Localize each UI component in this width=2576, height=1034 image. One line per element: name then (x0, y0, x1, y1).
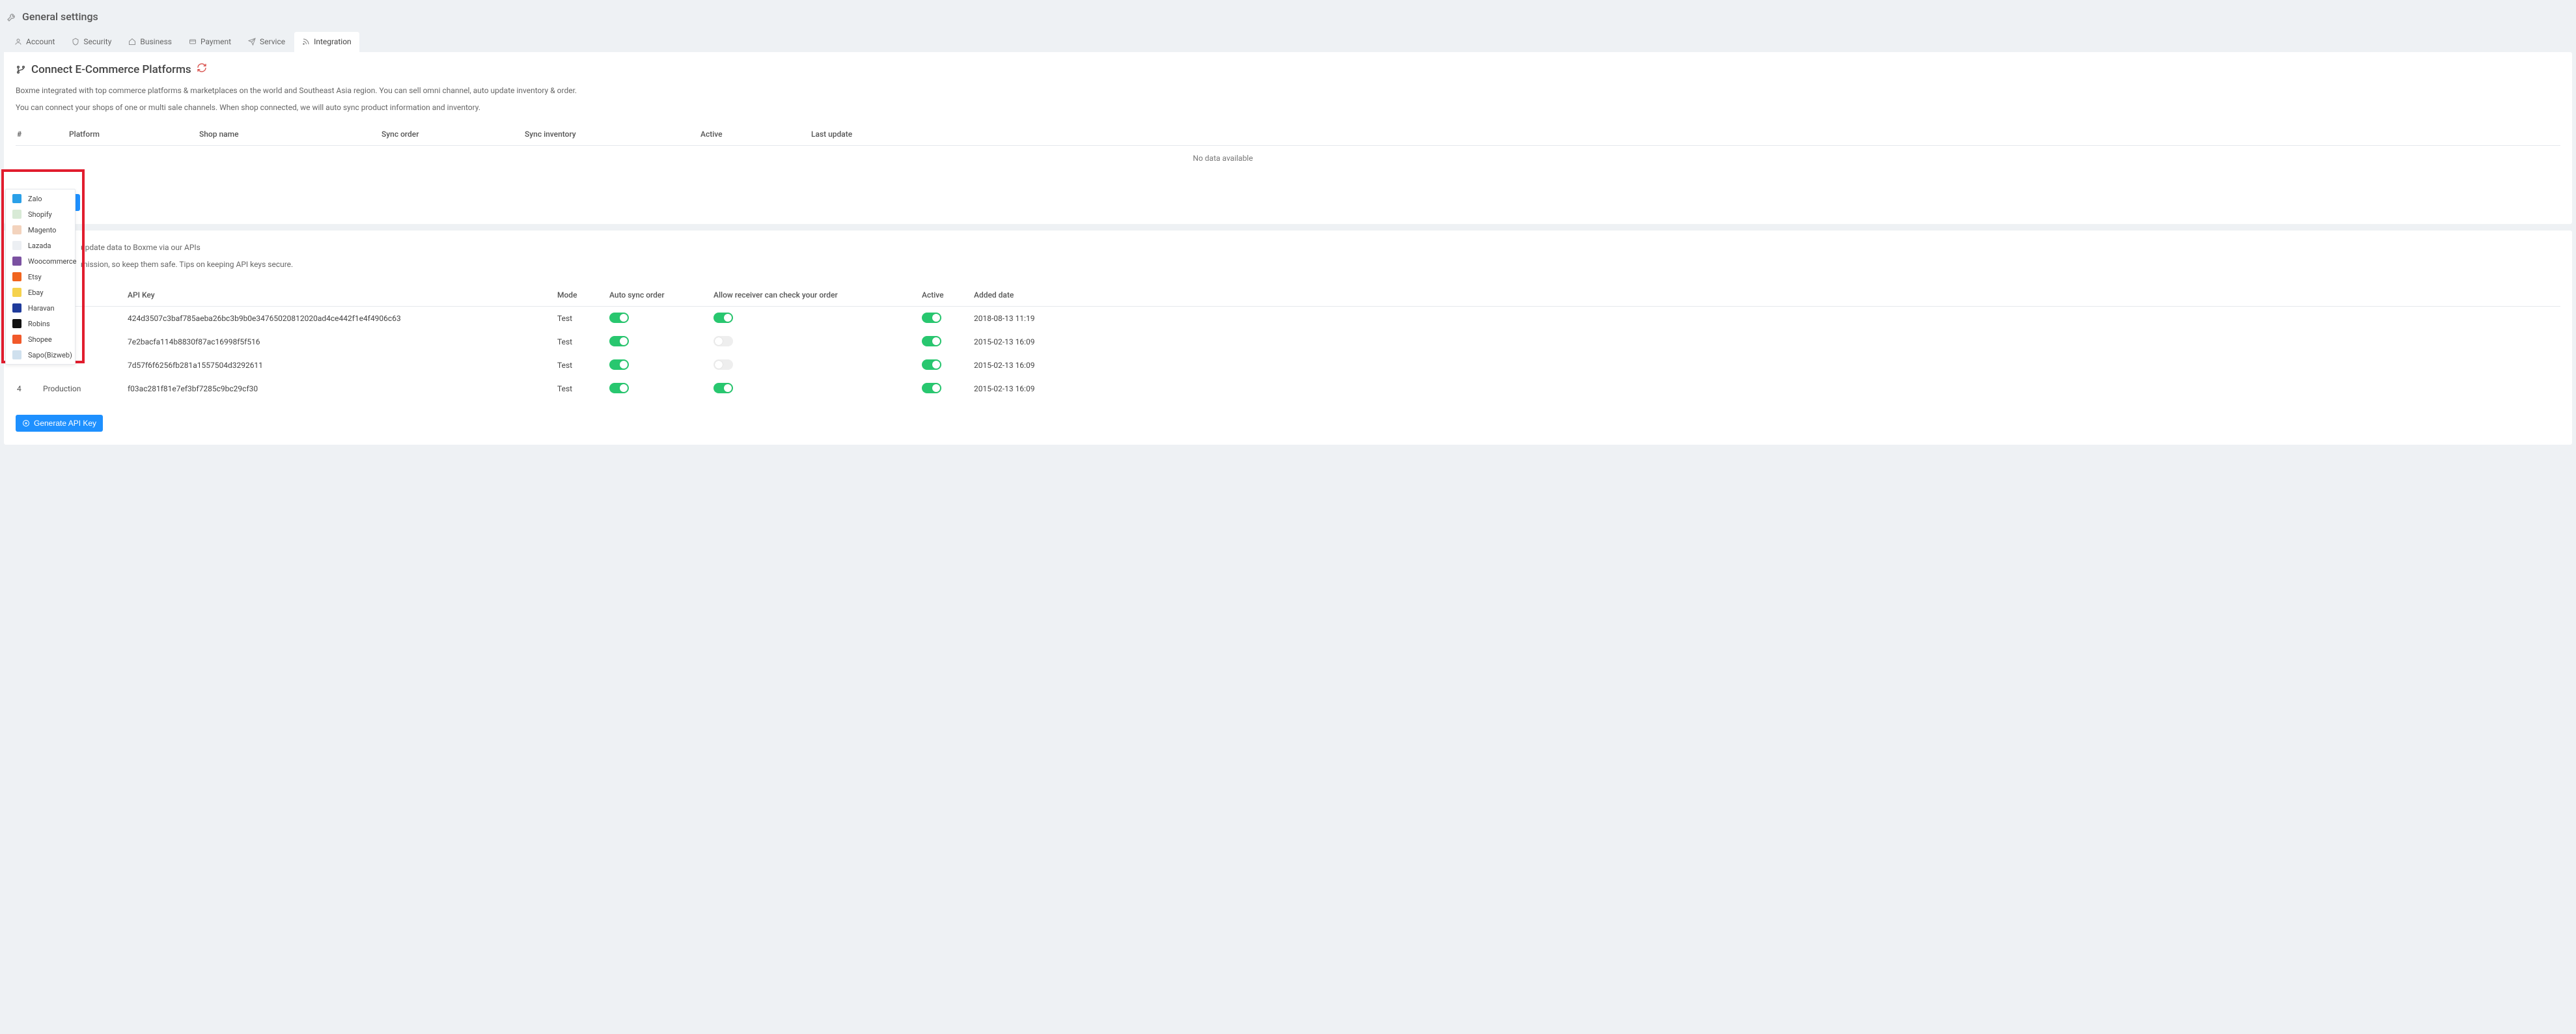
tab-business[interactable]: Business (120, 32, 180, 52)
toggle-switch[interactable] (609, 359, 629, 370)
api-mode: Test (557, 337, 609, 346)
platform-icon (12, 288, 21, 297)
platforms-desc-1: Boxme integrated with top commerce platf… (16, 84, 2560, 98)
tab-security[interactable]: Security (64, 32, 119, 52)
platforms-table-header: # Platform Shop name Sync order Sync inv… (16, 122, 2560, 146)
shop-option[interactable]: Ebay (6, 285, 75, 300)
generate-api-key-button[interactable]: Generate API Key (16, 415, 103, 432)
no-data-label: No data available (0, 146, 2560, 171)
shop-option[interactable]: Lazada (6, 238, 75, 253)
platform-icon (12, 272, 21, 281)
shop-option-label: Sapo(Bizweb) (28, 351, 72, 359)
platform-icon (12, 303, 21, 313)
shop-option[interactable]: Woocommerce (6, 253, 75, 269)
plus-circle-icon (22, 419, 30, 427)
toggle-switch[interactable] (713, 359, 733, 370)
table-row: 7e2bacfa114b8830f87ac16998f5f516Test 2015… (16, 330, 2560, 354)
toggle-switch[interactable] (713, 383, 733, 393)
api-table-header: # API Key Mode Auto sync order Allow rec… (16, 283, 2560, 307)
platform-icon (12, 335, 21, 344)
toggle-switch[interactable] (609, 313, 629, 323)
api-mode: Test (557, 384, 609, 393)
shop-option-label: Lazada (28, 242, 68, 250)
shop-option[interactable]: Haravan (6, 300, 75, 316)
toggle-switch[interactable] (713, 313, 733, 323)
api-key-value: 424d3507c3baf785aeba26bc3b9b0e3476502081… (128, 314, 557, 323)
api-key-value: 7e2bacfa114b8830f87ac16998f5f516 (128, 337, 557, 346)
rss-icon (302, 38, 310, 46)
toggle-switch[interactable] (922, 383, 941, 393)
platform-icon (12, 257, 21, 266)
settings-tabs: Account Security Business Payment Servic… (4, 32, 2572, 52)
shop-option[interactable]: Shopify (6, 206, 75, 222)
page-title-text: General settings (22, 10, 98, 23)
api-desc-1: update data to Boxme via our APIs (16, 241, 2560, 255)
shop-option-label: Etsy (28, 273, 68, 281)
added-date: 2018-08-13 11:19 (974, 314, 1052, 323)
platform-icon (12, 194, 21, 203)
toggle-switch[interactable] (713, 336, 733, 346)
api-key-value: 7d57f6f6256fb281a1557504d3292611 (128, 361, 557, 370)
shop-option-label: Shopify (28, 210, 68, 219)
platform-icon (12, 319, 21, 328)
added-date: 2015-02-13 16:09 (974, 337, 1052, 346)
shop-option-label: Ebay (28, 288, 68, 297)
refresh-icon[interactable] (197, 63, 207, 76)
shop-option[interactable]: Sapo(Bizweb) (6, 347, 75, 363)
shop-option[interactable]: Robins (6, 316, 75, 331)
api-desc-2: mission, so keep them safe. Tips on keep… (16, 258, 2560, 272)
toggle-switch[interactable] (922, 336, 941, 346)
table-row: 424d3507c3baf785aeba26bc3b9b0e3476502081… (16, 307, 2560, 330)
platform-icon (12, 350, 21, 359)
shop-option-label: Robins (28, 320, 68, 328)
platforms-desc-2: You can connect your shops of one or mul… (16, 101, 2560, 115)
tab-payment[interactable]: Payment (181, 32, 239, 52)
api-panel: update data to Boxme via our APIs missio… (4, 231, 2572, 445)
user-icon (14, 38, 22, 46)
send-icon (248, 38, 256, 46)
tab-integration[interactable]: Integration (294, 32, 359, 52)
page-title: General settings (4, 4, 2572, 32)
shop-option-label: Shopee (28, 335, 68, 344)
branch-icon (16, 64, 26, 75)
add-shop-dropdown: Zalo Shopify Magento Lazada Woocommerce Etsy E… (5, 189, 76, 365)
toggle-switch[interactable] (922, 313, 941, 323)
shield-icon (72, 38, 79, 46)
platform-icon (12, 225, 21, 234)
platforms-panel: Connect E-Commerce Platforms Boxme integ… (4, 52, 2572, 224)
added-date: 2015-02-13 16:09 (974, 361, 1052, 370)
wrench-icon (7, 12, 17, 22)
table-row: 4Productionf03ac281f81e7ef3bf7285c9bc29c… (16, 377, 2560, 400)
table-row: 7d57f6f6256fb281a1557504d3292611Test 2015… (16, 354, 2560, 377)
card-icon (189, 38, 197, 46)
shop-option-label: Haravan (28, 304, 68, 313)
api-key-value: f03ac281f81e7ef3bf7285c9bc29cf30 (128, 384, 557, 393)
home-icon (128, 38, 136, 46)
shop-option-label: Woocommerce (28, 257, 77, 266)
toggle-switch[interactable] (609, 383, 629, 393)
platform-icon (12, 241, 21, 250)
api-mode: Test (557, 314, 609, 323)
shop-option[interactable]: Shopee (6, 331, 75, 347)
toggle-switch[interactable] (609, 336, 629, 346)
platforms-title: Connect E-Commerce Platforms (31, 63, 191, 76)
toggle-switch[interactable] (922, 359, 941, 370)
tab-account[interactable]: Account (7, 32, 62, 52)
api-mode: Test (557, 361, 609, 370)
shop-option[interactable]: Magento (6, 222, 75, 238)
shop-option[interactable]: Etsy (6, 269, 75, 285)
added-date: 2015-02-13 16:09 (974, 384, 1052, 393)
shop-option-label: Magento (28, 226, 68, 234)
platform-icon (12, 210, 21, 219)
shop-option[interactable]: Zalo (6, 191, 75, 206)
tab-service[interactable]: Service (240, 32, 293, 52)
shop-option-label: Zalo (28, 195, 68, 203)
